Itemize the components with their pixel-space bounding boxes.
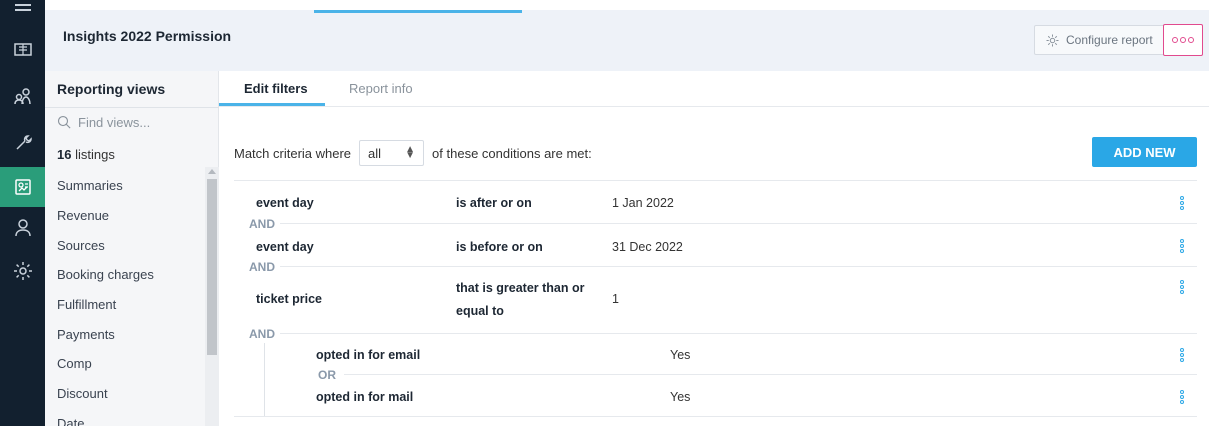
more-options-button[interactable]: [1163, 24, 1203, 56]
match-criteria-row: Match criteria where all ▲ ▼ of these con…: [234, 140, 592, 166]
condition-value: 1: [612, 292, 619, 306]
condition-field: ticket price: [256, 292, 323, 306]
divider: [234, 180, 1197, 181]
menu-icon[interactable]: [0, 0, 45, 30]
divider: [280, 223, 1197, 224]
and-joiner: AND: [249, 327, 275, 341]
group-condition-value: Yes: [670, 348, 691, 362]
reporting-views-panel: Reporting views Find views... 16 listing…: [45, 71, 219, 426]
dot-icon: [1172, 37, 1178, 43]
scroll-up-icon[interactable]: [208, 169, 216, 174]
view-item-revenue[interactable]: Revenue: [45, 201, 205, 231]
or-joiner: OR: [318, 368, 336, 382]
condition-menu-icon[interactable]: [1179, 390, 1185, 405]
condition-menu-icon[interactable]: [1179, 348, 1185, 363]
divider: [280, 333, 1197, 334]
view-item-payments[interactable]: Payments: [45, 319, 205, 349]
views-scrollbar[interactable]: [205, 167, 219, 426]
listings-count: 16 listings: [57, 147, 115, 162]
view-item-sources[interactable]: Sources: [45, 230, 205, 260]
search-views-input[interactable]: Find views...: [57, 115, 150, 130]
match-prefix: Match criteria where: [234, 145, 352, 161]
divider: [344, 374, 1197, 375]
divider: [234, 416, 1197, 417]
view-item-fulfillment[interactable]: Fulfillment: [45, 290, 205, 320]
and-joiner: AND: [249, 217, 275, 231]
report-icon[interactable]: [0, 167, 45, 207]
add-new-button[interactable]: ADD NEW: [1092, 137, 1197, 167]
match-suffix: of these conditions are met:: [432, 145, 592, 161]
group-condition-value: Yes: [670, 390, 691, 404]
view-item-discount[interactable]: Discount: [45, 379, 205, 409]
active-tab-indicator: [219, 103, 325, 106]
wrench-icon[interactable]: [0, 122, 45, 162]
match-mode-value: all: [368, 145, 382, 161]
condition-menu-icon[interactable]: [1179, 196, 1185, 211]
search-placeholder: Find views...: [78, 115, 151, 130]
divider: [45, 107, 219, 108]
and-joiner: AND: [249, 260, 275, 274]
condition-operator-line2: equal to: [456, 304, 504, 318]
listings-number: 16: [57, 147, 72, 162]
views-title: Reporting views: [57, 81, 166, 97]
view-item-comp[interactable]: Comp: [45, 349, 205, 379]
dot-icon: [1188, 37, 1194, 43]
users-icon[interactable]: [0, 76, 45, 116]
configure-report-label: Configure report: [1066, 33, 1153, 47]
tab-edit-filters[interactable]: Edit filters: [244, 81, 308, 96]
view-item-booking-charges[interactable]: Booking charges: [45, 260, 205, 290]
view-item-date[interactable]: Date: [45, 409, 205, 426]
condition-value: 1 Jan 2022: [612, 196, 674, 210]
page-title: Insights 2022 Permission: [63, 28, 232, 44]
condition-value: 31 Dec 2022: [612, 240, 683, 254]
condition-operator: is before or on: [456, 240, 543, 254]
condition-menu-icon[interactable]: [1179, 280, 1185, 295]
condition-operator-line1: that is greater than or: [456, 281, 585, 295]
match-mode-select[interactable]: all ▲ ▼: [359, 140, 425, 166]
condition-field: event day: [256, 196, 314, 210]
top-strip: [45, 0, 1209, 10]
view-item-summaries[interactable]: Summaries: [45, 171, 205, 201]
top-active-indicator: [314, 10, 522, 13]
group-bracket: [264, 343, 265, 416]
report-tabs: Edit filters Report info: [219, 71, 1209, 107]
gear-icon[interactable]: [0, 251, 45, 291]
scroll-thumb[interactable]: [207, 179, 217, 355]
tab-report-info[interactable]: Report info: [349, 81, 413, 96]
condition-field: event day: [256, 240, 314, 254]
search-icon: [57, 115, 71, 129]
divider: [280, 266, 1197, 267]
icon-rail: [0, 0, 45, 426]
group-condition-field: opted in for email: [316, 348, 421, 362]
dot-icon: [1180, 37, 1186, 43]
person-icon[interactable]: [0, 207, 45, 247]
condition-menu-icon[interactable]: [1179, 239, 1185, 254]
views-list: Summaries Revenue Sources Booking charge…: [45, 171, 205, 426]
report-header: Insights 2022 Permission Configure repor…: [45, 0, 1209, 71]
condition-operator: is after or on: [456, 196, 532, 210]
group-condition-field: opted in for mail: [316, 390, 414, 404]
select-arrows-icon: ▲ ▼: [405, 144, 416, 161]
gear-icon: [1046, 34, 1059, 46]
listings-label: listings: [75, 147, 115, 162]
ticket-icon[interactable]: [0, 29, 45, 69]
